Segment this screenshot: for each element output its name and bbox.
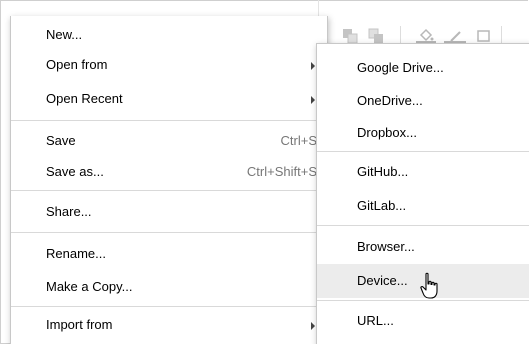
menu-divider	[11, 232, 327, 233]
submenu-item-label: URL...	[357, 313, 394, 328]
to-back-icon[interactable]	[368, 28, 384, 44]
submenu-item-label: GitLab...	[357, 198, 407, 213]
menu-item-import-from[interactable]: Import from	[11, 313, 327, 337]
submenu-item-label: OneDrive...	[357, 93, 423, 108]
menu-item-label: Rename...	[46, 246, 106, 261]
menu-item-open-recent[interactable]: Open Recent	[11, 87, 327, 111]
to-front-icon[interactable]	[342, 28, 358, 44]
menu-item-label: Import from	[46, 317, 113, 332]
submenu-item-label: Google Drive...	[357, 60, 444, 75]
menu-item-make-a-copy[interactable]: Make a Copy...	[11, 275, 327, 299]
menu-item-label: Open Recent	[46, 91, 123, 106]
menu-item-label: Open from	[46, 57, 108, 72]
menu-item-save-as[interactable]: Save as... Ctrl+Shift+S	[11, 160, 327, 184]
submenu-arrow-icon	[311, 62, 315, 70]
menu-divider	[317, 151, 529, 152]
submenu-item-label: Device...	[357, 273, 408, 288]
submenu-arrow-icon	[311, 96, 315, 104]
menu-item-label: Save as...	[46, 164, 104, 179]
menu-item-rename[interactable]: Rename...	[11, 242, 327, 266]
hand-pointer-cursor-icon	[419, 272, 441, 300]
submenu-item-label: Dropbox...	[357, 125, 417, 140]
menu-item-label: Save	[46, 133, 76, 148]
app-window: New... Open from Open Recent Save Ctrl+S…	[0, 0, 529, 344]
menu-divider	[317, 300, 529, 301]
menu-item-shortcut: Ctrl+S	[280, 133, 317, 148]
menu-item-share[interactable]: Share...	[11, 200, 327, 224]
submenu-item-google-drive[interactable]: Google Drive...	[317, 56, 529, 80]
menu-divider	[11, 190, 327, 191]
file-menu: New... Open from Open Recent Save Ctrl+S…	[10, 16, 328, 344]
menu-item-label: Make a Copy...	[46, 279, 133, 294]
submenu-item-label: GitHub...	[357, 164, 409, 179]
submenu-arrow-icon	[311, 322, 315, 330]
menu-item-open-from[interactable]: Open from	[11, 53, 327, 77]
submenu-item-url[interactable]: URL...	[317, 309, 529, 333]
menu-divider	[317, 225, 529, 226]
menu-item-label: Share...	[46, 204, 92, 219]
submenu-item-dropbox[interactable]: Dropbox...	[317, 121, 529, 145]
menu-divider	[11, 120, 327, 121]
menu-item-new[interactable]: New...	[11, 23, 327, 47]
submenu-item-gitlab[interactable]: GitLab...	[317, 194, 529, 218]
menu-item-shortcut: Ctrl+Shift+S	[246, 164, 317, 179]
shadow-icon[interactable]	[476, 28, 492, 44]
submenu-item-github[interactable]: GitHub...	[317, 160, 529, 184]
submenu-item-label: Browser...	[357, 239, 415, 254]
menu-item-save[interactable]: Save Ctrl+S	[11, 129, 327, 153]
menu-divider	[11, 306, 327, 307]
submenu-item-browser[interactable]: Browser...	[317, 235, 529, 259]
menu-item-label: New...	[46, 27, 83, 42]
submenu-item-onedrive[interactable]: OneDrive...	[317, 89, 529, 113]
